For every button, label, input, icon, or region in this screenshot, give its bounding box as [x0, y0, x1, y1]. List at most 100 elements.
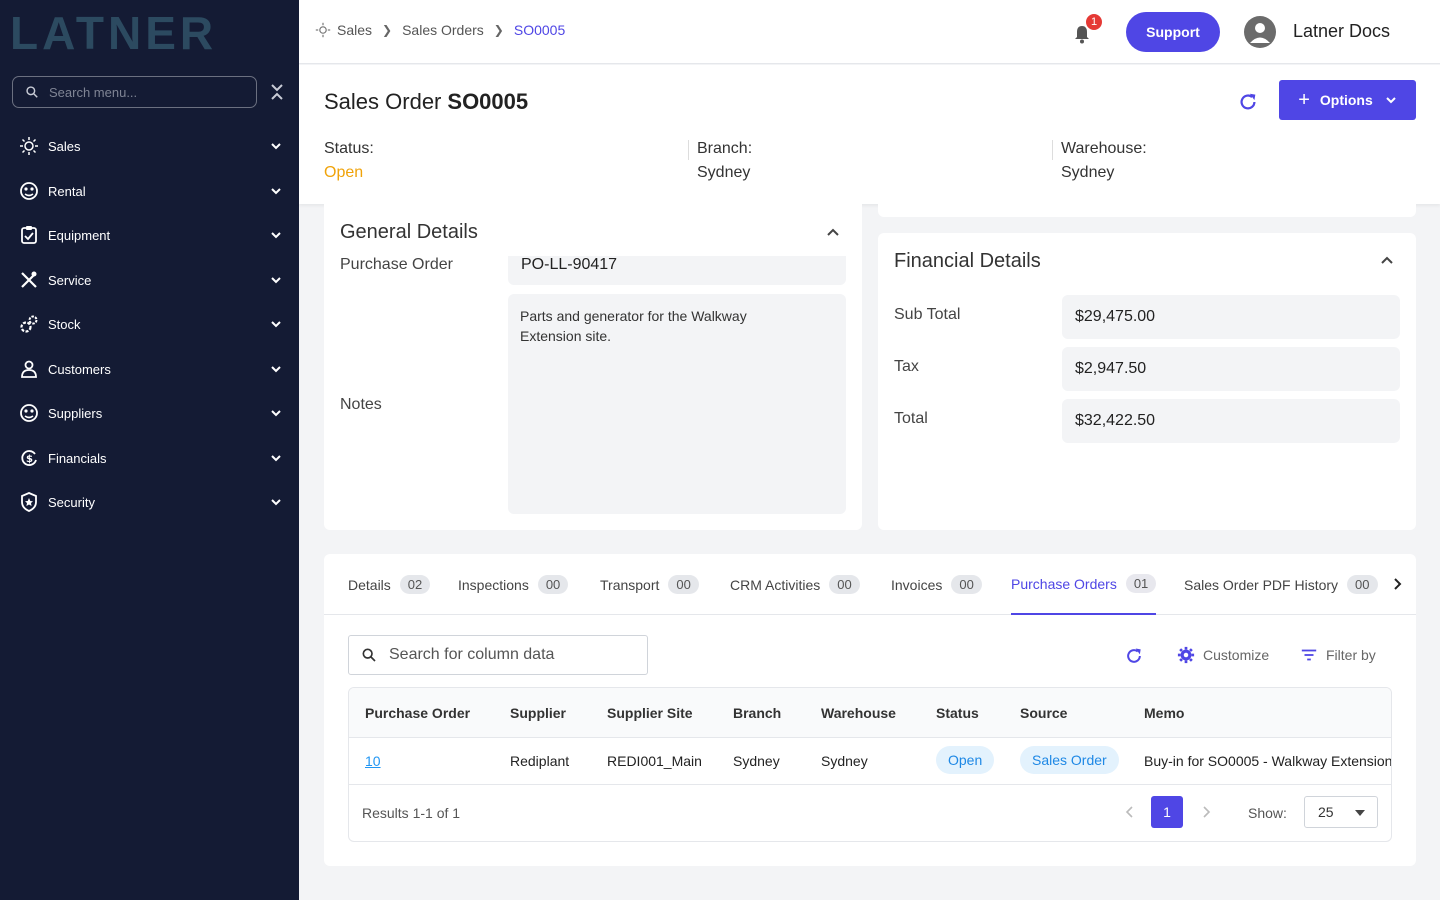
sidebar: LATNER Sales Rental Equipment Service St…: [0, 0, 299, 900]
user-name[interactable]: Latner Docs: [1293, 21, 1390, 42]
refresh-icon[interactable]: [1237, 91, 1259, 113]
grid-search[interactable]: [348, 635, 648, 675]
sales-icon: [315, 22, 331, 38]
person-icon: [19, 359, 39, 379]
divider: [688, 140, 689, 160]
cell-supplier: Rediplant: [510, 753, 570, 769]
tab-crm-activities[interactable]: CRM Activities 00: [730, 554, 860, 615]
column-header[interactable]: Branch: [733, 705, 781, 721]
tab-label: Sales Order PDF History: [1184, 576, 1339, 593]
page-button-current[interactable]: 1: [1151, 796, 1183, 828]
results-count: Results 1-1 of 1: [362, 805, 461, 821]
subtotal-label: Sub Total: [894, 306, 961, 323]
chevron-down-icon: [271, 188, 281, 195]
tab-count: 00: [668, 575, 699, 594]
table-row[interactable]: 10 Rediplant REDI001_Main Sydney Sydney …: [349, 738, 1391, 785]
card-edge: [878, 204, 1416, 217]
sidebar-item-customers[interactable]: Customers: [0, 349, 299, 389]
general-details-card: General Details Purchase Order PO-LL-904…: [324, 204, 862, 530]
grid-search-input[interactable]: [389, 646, 639, 664]
column-header[interactable]: Warehouse: [821, 705, 896, 721]
page-title-id: SO0005: [447, 89, 529, 114]
sidebar-item-suppliers[interactable]: Suppliers: [0, 393, 299, 433]
column-header[interactable]: Supplier Site: [607, 705, 693, 721]
avatar[interactable]: [1244, 16, 1276, 48]
cell-purchase-order[interactable]: 10: [365, 753, 381, 769]
breadcrumb: Sales ❯ Sales Orders ❯ SO0005: [315, 22, 565, 38]
cell-supplier-site: REDI001_Main: [607, 753, 702, 769]
clipboard-icon: [19, 225, 39, 245]
options-button[interactable]: + Options: [1279, 80, 1416, 120]
tab-bar: Details 02 Inspections 00 Transport 00 CRM …: [324, 554, 1416, 615]
filter-icon: [1301, 649, 1317, 661]
tab-purchase-orders[interactable]: Purchase Orders 01: [1011, 554, 1157, 615]
tab-invoices[interactable]: Invoices 00: [891, 554, 982, 615]
chevron-right-icon[interactable]: [1390, 577, 1404, 591]
column-header[interactable]: Memo: [1144, 705, 1184, 721]
chevron-up-icon[interactable]: [1380, 253, 1394, 267]
brand-logo[interactable]: LATNER: [10, 10, 217, 56]
tab-sales-order-pdf-history[interactable]: Sales Order PDF History 00: [1184, 554, 1378, 615]
plus-icon: +: [1298, 89, 1310, 111]
sidebar-item-label: Sales: [48, 138, 81, 154]
sidebar-item-label: Financials: [48, 450, 107, 466]
tab-count: 00: [951, 575, 982, 594]
tab-label: Purchase Orders: [1011, 575, 1117, 592]
sidebar-item-stock[interactable]: Stock: [0, 304, 299, 344]
column-header[interactable]: Purchase Order: [365, 705, 470, 721]
sidebar-item-label: Service: [48, 272, 92, 288]
financial-details-card: Financial Details Sub Total $29,475.00 T…: [878, 233, 1416, 530]
sidebar-item-service[interactable]: Service: [0, 260, 299, 300]
tab-label: Transport: [600, 576, 660, 593]
tab-transport[interactable]: Transport 00: [600, 554, 699, 615]
tab-details[interactable]: Details 02: [348, 554, 431, 615]
support-button[interactable]: Support: [1126, 12, 1220, 52]
column-header[interactable]: Supplier: [510, 705, 566, 721]
notes-text: Parts and generator for the Walkway Exte…: [520, 308, 747, 344]
chevron-right-icon[interactable]: [1199, 805, 1213, 819]
chevron-down-icon: [271, 499, 281, 506]
page-size-value: 25: [1318, 804, 1334, 820]
breadcrumb-sales[interactable]: Sales: [337, 22, 372, 38]
sidebar-item-rental[interactable]: Rental: [0, 171, 299, 211]
purchase-order-field[interactable]: PO-LL-90417: [508, 256, 846, 285]
filter-button[interactable]: Filter by: [1300, 646, 1376, 664]
breadcrumb-sales-orders[interactable]: Sales Orders: [402, 22, 484, 38]
tab-count: 00: [537, 575, 569, 594]
status-badge: Open: [936, 746, 995, 774]
sidebar-item-security[interactable]: Security: [0, 482, 299, 522]
sidebar-item-label: Customers: [48, 361, 111, 377]
refresh-icon[interactable]: [1124, 646, 1144, 666]
sidebar-item-sales[interactable]: Sales: [0, 126, 299, 166]
tab-label: Invoices: [891, 576, 943, 593]
tools-icon: [19, 270, 39, 290]
column-header[interactable]: Status: [936, 705, 979, 721]
sidebar-item-equipment[interactable]: Equipment: [0, 215, 299, 255]
chevron-down-icon: [271, 321, 281, 328]
chevron-up-icon[interactable]: [826, 225, 840, 239]
chevron-left-icon[interactable]: [1123, 805, 1137, 819]
search-icon: [362, 648, 376, 662]
gears-icon: [19, 314, 39, 334]
sidebar-item-label: Suppliers: [48, 405, 103, 421]
tab-inspections[interactable]: Inspections 00: [458, 554, 569, 615]
notes-field[interactable]: Parts and generator for the Walkway Exte…: [508, 294, 846, 514]
sidebar-search[interactable]: [12, 76, 257, 108]
page-size-select[interactable]: 25: [1304, 796, 1378, 828]
search-icon: [26, 86, 38, 98]
tab-label: Details: [348, 576, 391, 593]
gear-icon: [1177, 646, 1195, 664]
branch-field: Branch: Sydney: [697, 140, 752, 182]
tab-count: 00: [829, 575, 860, 594]
sidebar-item-financials[interactable]: $ Financials: [0, 438, 299, 478]
sidebar-item-label: Rental: [48, 183, 86, 199]
customize-button[interactable]: Customize: [1177, 646, 1269, 664]
sidebar-search-input[interactable]: [49, 84, 239, 100]
column-header[interactable]: Source: [1020, 705, 1067, 721]
collapse-icon[interactable]: [269, 82, 285, 102]
tab-label: Inspections: [458, 576, 529, 593]
chevron-down-icon: [271, 232, 281, 239]
purchase-order-link[interactable]: 10: [365, 753, 381, 769]
top-bar: Sales ❯ Sales Orders ❯ SO0005 1 Support …: [299, 0, 1440, 64]
notes-label: Notes: [340, 396, 382, 413]
